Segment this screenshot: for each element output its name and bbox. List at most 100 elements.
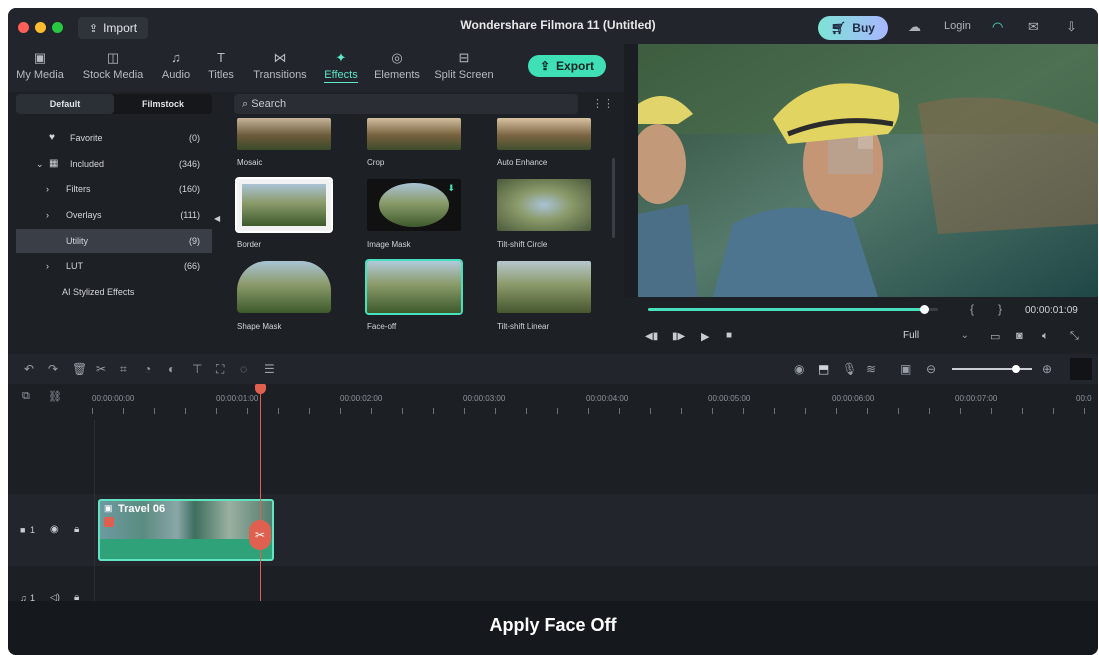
tab-effects[interactable]: ✦ Effects <box>320 50 362 83</box>
undo-icon[interactable]: ↶ <box>24 362 34 376</box>
effect-thumb-image-mask[interactable]: ⬇ <box>367 179 461 231</box>
export-button[interactable]: ⇪ Export <box>528 55 606 77</box>
mic-icon[interactable]: 🎙︎ <box>842 362 857 376</box>
effect-thumb-border[interactable] <box>237 179 331 231</box>
snapshot-icon[interactable]: ◙ <box>1016 330 1023 342</box>
redo-icon[interactable]: ↷ <box>48 362 58 376</box>
effect-thumb-tilt-shift-linear[interactable] <box>497 261 591 313</box>
zoom-out-icon[interactable]: ⊖ <box>926 362 936 376</box>
effect-thumb-mosaic[interactable] <box>237 118 331 150</box>
tab-stock-media[interactable]: ◫ Stock Media <box>78 50 148 81</box>
video-clip[interactable]: ▣ Travel 06 <box>98 499 274 561</box>
audio-meter <box>1070 358 1092 380</box>
headset-icon[interactable]: ◠ <box>992 19 1003 35</box>
zoom-in-icon[interactable]: ⊕ <box>1042 362 1052 376</box>
category-included[interactable]: ⌄ ▦ Included (346) <box>16 152 212 176</box>
video-track-icon: ■ <box>20 525 26 535</box>
collapse-panel-icon[interactable]: ◀ <box>214 214 220 223</box>
transition-icon: ⋈ <box>273 50 287 65</box>
library-scrollbar[interactable] <box>612 158 615 238</box>
search-input[interactable]: ⌕ Search <box>234 94 578 114</box>
audio-track <box>8 566 1098 601</box>
step-forward-icon[interactable]: ▮▶ <box>672 331 685 342</box>
effect-thumb-auto-enhance[interactable] <box>497 118 591 150</box>
import-button[interactable]: ⇪ Import <box>78 17 148 39</box>
tab-my-media[interactable]: ▣ My Media <box>12 50 68 81</box>
chevron-right-icon: › <box>46 184 49 194</box>
cart-icon: 🛒︎ <box>831 21 847 35</box>
segment-filmstock[interactable]: Filmstock <box>114 94 212 114</box>
time-tick: 00:00:06:00 <box>832 394 875 403</box>
cut-icon[interactable]: ✂ <box>96 362 106 376</box>
effect-thumb-face-off[interactable] <box>367 261 461 313</box>
clip-type-icon: ▣ <box>104 503 113 513</box>
split-scissors-icon[interactable]: ✂ <box>249 520 271 550</box>
category-utility[interactable]: Utility (9) <box>16 229 212 253</box>
eye-icon[interactable]: ◉ <box>50 524 59 535</box>
tab-audio[interactable]: ♫ Audio <box>156 50 196 81</box>
video-preview <box>638 44 1098 297</box>
login-link[interactable]: Login <box>944 20 971 32</box>
speed-icon[interactable]: ◔ <box>144 362 151 376</box>
category-favorite[interactable]: ♥ Favorite (0) <box>16 126 212 150</box>
progress-handle[interactable] <box>919 305 929 314</box>
mark-in-button[interactable]: { <box>970 302 974 316</box>
text-icon[interactable]: ⊤ <box>192 362 202 376</box>
crop-icon[interactable]: ⌗ <box>120 362 127 377</box>
effect-label: Mosaic <box>237 158 263 167</box>
render-icon[interactable]: ◉ <box>794 362 804 376</box>
app-window: ⇪ Import Wondershare Filmora 11 (Untitle… <box>8 8 1098 655</box>
category-overlays[interactable]: › Overlays (111) <box>16 203 212 227</box>
zoom-handle[interactable] <box>1012 365 1020 373</box>
fit-icon[interactable]: ⛶ <box>216 362 224 377</box>
tab-split-screen[interactable]: ⊟ Split Screen <box>432 50 496 81</box>
maximize-window-button[interactable] <box>52 22 63 33</box>
step-back-icon[interactable]: ◀▮ <box>645 331 658 342</box>
stop-icon[interactable]: ■ <box>726 330 732 341</box>
lock-icon[interactable]: 🔒︎ <box>74 524 79 535</box>
track-divider <box>94 420 95 601</box>
adjust-icon[interactable]: ☰ <box>264 362 275 376</box>
grid-view-icon[interactable]: ⋮⋮ <box>592 97 614 110</box>
link-icon[interactable]: ⛓ <box>48 390 62 403</box>
download-icon[interactable]: ⇩ <box>1066 19 1077 35</box>
tab-titles[interactable]: T Titles <box>204 50 238 81</box>
image-icon: ▣ <box>33 50 47 65</box>
marker-icon[interactable]: ⬒ <box>818 362 829 376</box>
subtitle-icon[interactable]: ▣ <box>900 362 911 376</box>
clip-label: Travel 06 <box>118 503 166 515</box>
effect-thumb-shape-mask[interactable] <box>237 261 331 313</box>
play-icon[interactable]: ▶ <box>701 330 709 343</box>
title-bar: ⇪ Import Wondershare Filmora 11 (Untitle… <box>8 8 1098 44</box>
quality-select[interactable]: Full ⌄ <box>903 327 973 345</box>
category-lut[interactable]: › LUT (66) <box>16 254 212 278</box>
minimize-window-button[interactable] <box>35 22 46 33</box>
audio-mixer-icon[interactable]: ≋ <box>866 362 876 376</box>
category-ai-stylized[interactable]: AI Stylized Effects <box>16 280 212 304</box>
tab-elements[interactable]: ◎ Elements <box>370 50 424 81</box>
close-window-button[interactable] <box>18 22 29 33</box>
delete-icon[interactable]: 🗑︎ <box>72 362 87 376</box>
mask-icon[interactable]: ◌ <box>240 362 247 376</box>
cloud-icon[interactable]: ☁ <box>908 19 921 35</box>
mark-out-button[interactable]: } <box>998 302 1002 316</box>
volume-icon[interactable]: 🔈︎ <box>1042 330 1049 343</box>
segment-default[interactable]: Default <box>16 94 114 114</box>
progress-track[interactable] <box>648 305 938 314</box>
fullscreen-icon[interactable]: ⤡ <box>1070 330 1079 343</box>
time-tick: 00:00:01:00 <box>216 394 259 403</box>
effect-thumb-crop[interactable] <box>367 118 461 150</box>
add-track-icon[interactable]: ⧉ <box>22 390 30 403</box>
caption-text: Apply Face Off <box>489 615 617 635</box>
category-filters[interactable]: › Filters (160) <box>16 177 212 201</box>
effect-thumb-tilt-shift-circle[interactable] <box>497 179 591 231</box>
grid-icon: ▦ <box>49 158 59 169</box>
color-icon[interactable]: ◐ <box>168 362 175 376</box>
buy-button[interactable]: 🛒︎ Buy <box>818 16 888 40</box>
tab-transitions[interactable]: ⋈ Transitions <box>248 50 312 81</box>
mail-icon[interactable]: ✉ <box>1028 19 1039 35</box>
import-icon: ⇪ <box>88 22 99 35</box>
split-icon: ⊟ <box>458 50 470 65</box>
zoom-slider[interactable] <box>952 365 1032 373</box>
monitor-icon[interactable]: ▭ <box>990 330 1000 343</box>
